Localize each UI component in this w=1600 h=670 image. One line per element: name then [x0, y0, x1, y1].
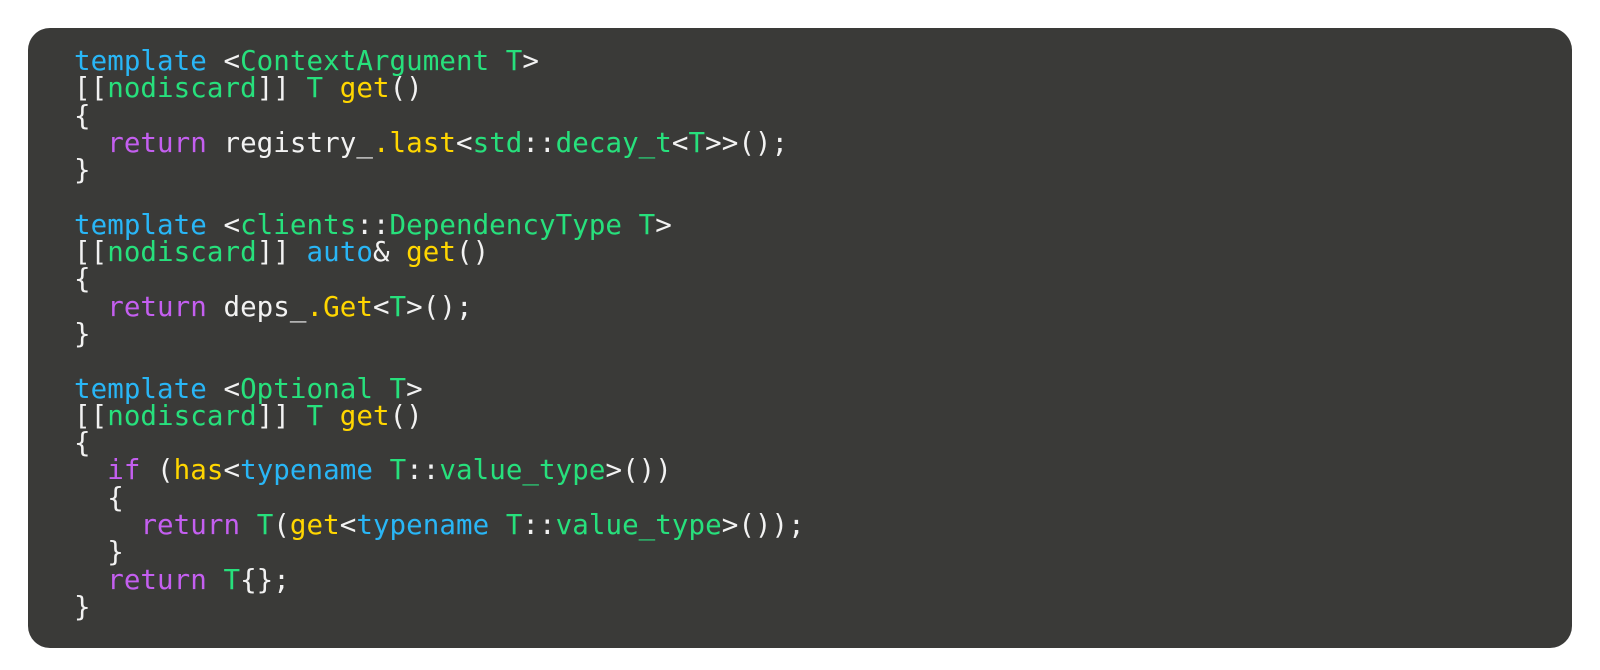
type-param-t: T [389, 454, 407, 487]
code-line: [[nodiscard]] auto& get() [74, 236, 1548, 269]
punct-paren-open: ( [140, 454, 174, 487]
punct-call-end: >(); [406, 290, 473, 323]
code-line: [[nodiscard]] T get() [74, 72, 1548, 105]
code-line: { [74, 484, 1548, 512]
punct-attr-close: ]] [256, 236, 307, 269]
punct-angle-close-2: >> [705, 126, 739, 159]
type-decay-t: decay_t [555, 126, 672, 159]
punct-angle-open-2: < [671, 126, 689, 159]
type-param-t: T [256, 509, 274, 542]
type-param-t: T [688, 126, 706, 159]
code-line: } [74, 156, 1548, 184]
keyword-typename: typename [240, 454, 373, 487]
punct-parens: () [389, 399, 423, 432]
code-line: return deps_.Get<T>(); [74, 290, 1548, 323]
code-line: template <ContextArgument T> [74, 45, 1548, 77]
type-param-t: T [389, 290, 407, 323]
keyword-return: return [107, 126, 207, 159]
punct-scope: :: [406, 454, 440, 487]
code-line: template <clients::DependencyType T> [74, 208, 1548, 241]
punct-braces-end: {}; [240, 563, 290, 596]
punct-paren-open: ( [273, 509, 290, 542]
code-line: [[nodiscard]] T get() [74, 399, 1548, 432]
function-get: get [406, 236, 456, 269]
type-param-t: T [489, 45, 523, 77]
function-get: get [339, 72, 390, 105]
punct-parens: () [456, 236, 490, 269]
member-get: .Get [306, 290, 373, 323]
code-line: } [74, 539, 1548, 567]
code-line: { [74, 266, 1548, 294]
member-last: .last [372, 126, 456, 159]
punct-call-end: >()); [721, 509, 805, 542]
punct-call-end: (); [738, 126, 789, 159]
function-get: get [289, 509, 340, 542]
punct-angle-open: < [455, 126, 473, 159]
code-line: } [74, 590, 1548, 623]
punct-scope: :: [522, 126, 556, 159]
type-value-type: value_type [439, 454, 606, 487]
namespace-std: std [472, 126, 523, 159]
type-value-type: value_type [555, 509, 722, 542]
code-line: return registry_.last<std::decay_t<T>>()… [74, 126, 1548, 159]
code-line: { [74, 102, 1548, 130]
code-line: template <Optional T> [74, 375, 1548, 403]
punct-brace-close: } [74, 590, 91, 623]
punct-attr-close: ]] [256, 72, 307, 105]
code-block: template <ContextArgument T> [[nodiscard]… [74, 45, 1548, 623]
function-has: has [173, 454, 224, 487]
type-param-t: T [622, 208, 656, 241]
identifier-deps: deps_ [206, 290, 307, 323]
return-type-t: T [306, 72, 324, 105]
attribute-nodiscard: nodiscard [107, 236, 257, 269]
punct-angle-open: < [223, 454, 241, 487]
keyword-return: return [140, 509, 241, 542]
punct-scope: :: [522, 509, 556, 542]
keyword-auto: auto [306, 236, 373, 269]
punct-call-end: >()) [605, 454, 672, 487]
punct-ampersand: & [372, 236, 407, 269]
code-line: if (has<typename T::value_type>()) [74, 454, 1548, 487]
punct-angle-open: < [372, 290, 390, 323]
code-line: return T(get<typename T::value_type>()); [74, 509, 1548, 542]
code-snippet-card: template <ContextArgument T> [[nodiscard]… [28, 28, 1572, 648]
type-param-t-2: T [505, 509, 523, 542]
code-line: return T{}; [74, 563, 1548, 596]
punct-angle-close: > [655, 208, 672, 241]
punct-angle-close: > [522, 45, 540, 77]
identifier-registry: registry_ [206, 126, 373, 159]
keyword-typename: typename [356, 509, 490, 542]
code-line: { [74, 429, 1548, 457]
punct-angle-open: < [339, 509, 357, 542]
attribute-nodiscard: nodiscard [107, 72, 257, 105]
return-type-t: T [306, 399, 324, 432]
type-param-t: T [223, 563, 241, 596]
punct-attr-close: ]] [256, 399, 307, 432]
attribute-nodiscard: nodiscard [107, 399, 257, 432]
keyword-return: return [107, 563, 207, 596]
function-get: get [339, 399, 390, 432]
keyword-return: return [107, 290, 207, 323]
code-line: } [74, 320, 1548, 348]
punct-parens: () [389, 72, 423, 105]
